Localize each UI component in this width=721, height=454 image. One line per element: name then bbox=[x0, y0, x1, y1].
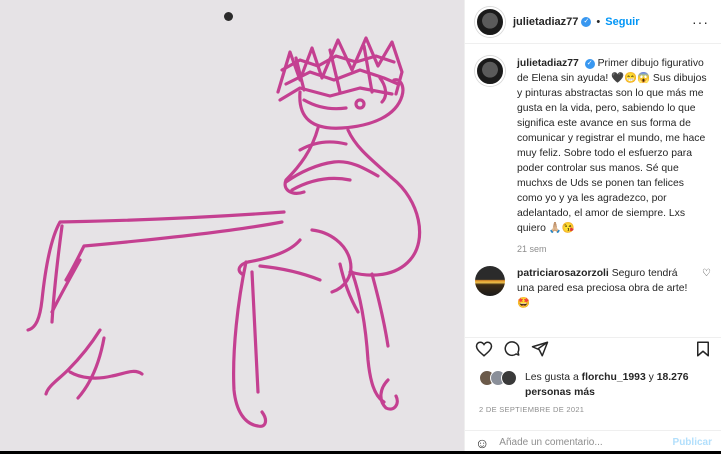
comments-area[interactable]: julietadiaz77 ✓ Primer dibujo figurativo… bbox=[465, 44, 721, 334]
likes-prefix: Les gusta a bbox=[525, 372, 579, 383]
caption-avatar[interactable] bbox=[475, 56, 505, 86]
heart-icon[interactable] bbox=[475, 340, 493, 358]
post-photo[interactable] bbox=[0, 0, 464, 451]
comment-username[interactable]: patriciarosazorzoli bbox=[517, 268, 609, 279]
publish-button[interactable]: Publicar bbox=[673, 437, 712, 448]
caption-text: julietadiaz77 ✓ Primer dibujo figurativo… bbox=[517, 56, 709, 236]
post-header: julietadiaz77 ✓ • Seguir ··· bbox=[465, 0, 721, 44]
likes-connector: y bbox=[648, 372, 654, 383]
verified-badge-icon: ✓ bbox=[581, 16, 592, 27]
caption-username[interactable]: julietadiaz77 bbox=[517, 58, 579, 69]
follow-button[interactable]: Seguir bbox=[605, 16, 639, 28]
likes-summary: Les gusta a florchu_1993 y 18.276 person… bbox=[479, 370, 711, 400]
liker-avatars[interactable] bbox=[479, 370, 519, 386]
comment-row: patriciarosazorzoli Seguro tendrá una pa… bbox=[475, 266, 711, 311]
comment-text: patriciarosazorzoli Seguro tendrá una pa… bbox=[517, 266, 709, 311]
post-side-panel: julietadiaz77 ✓ • Seguir ··· julietadiaz… bbox=[464, 0, 721, 451]
likes-first-user[interactable]: florchu_1993 bbox=[582, 372, 646, 383]
caption-time[interactable]: 21 sem bbox=[517, 244, 709, 254]
author-avatar[interactable] bbox=[475, 6, 505, 37]
more-options-icon[interactable]: ··· bbox=[692, 14, 709, 30]
child-drawing bbox=[26, 36, 422, 428]
comment-icon[interactable] bbox=[503, 340, 521, 358]
emoji-icon[interactable]: ☺ bbox=[475, 435, 489, 451]
author-username[interactable]: julietadiaz77 bbox=[513, 16, 578, 28]
action-bar bbox=[465, 337, 721, 359]
caption-body: Primer dibujo figurativo de Elena sin ay… bbox=[517, 58, 707, 234]
comment-like-heart-icon[interactable]: ♡ bbox=[702, 268, 711, 279]
comment-input[interactable]: Añade un comentario... bbox=[499, 437, 602, 448]
bookmark-icon[interactable] bbox=[694, 340, 712, 358]
caption-row: julietadiaz77 ✓ Primer dibujo figurativo… bbox=[475, 56, 709, 254]
commenter-avatar[interactable] bbox=[475, 266, 505, 296]
share-icon[interactable] bbox=[531, 340, 549, 358]
post-modal: julietadiaz77 ✓ • Seguir ··· julietadiaz… bbox=[0, 0, 721, 451]
likes-text: Les gusta a florchu_1993 y 18.276 person… bbox=[525, 370, 711, 400]
add-comment-bar: ☺ Añade un comentario... Publicar bbox=[465, 430, 721, 454]
separator-dot: • bbox=[596, 15, 601, 28]
verified-badge-icon: ✓ bbox=[584, 59, 595, 69]
post-date[interactable]: 2 DE SEPTIEMBRE DE 2021 bbox=[479, 405, 584, 414]
